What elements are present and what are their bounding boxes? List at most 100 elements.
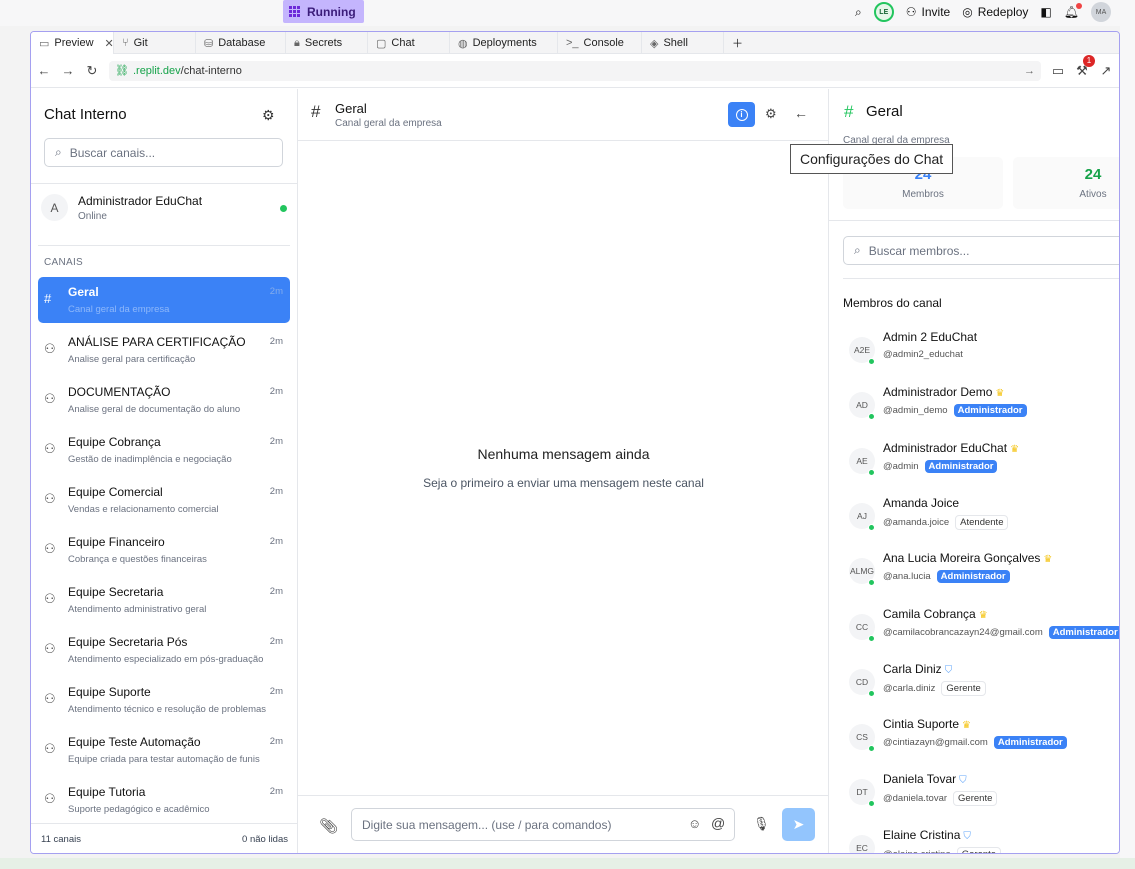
forward-icon[interactable]: → bbox=[61, 63, 75, 78]
role-badge: Gerente bbox=[953, 791, 998, 807]
settings-button[interactable]: ⚙ bbox=[765, 106, 777, 122]
run-status-button[interactable]: Running bbox=[283, 0, 364, 23]
channel-item[interactable]: ⚇ Equipe Cobrança Gestão de inadimplência … bbox=[38, 427, 290, 473]
mention-icon[interactable]: @ bbox=[711, 815, 725, 831]
url-input[interactable]: ⛓︎ .replit.dev/chat-interno → bbox=[109, 60, 1041, 81]
role-badge: Gerente bbox=[941, 680, 986, 696]
divider bbox=[829, 220, 1119, 221]
member-meta: @admin Administrador bbox=[883, 459, 998, 473]
external-link-icon[interactable]: ↗ bbox=[1099, 63, 1113, 79]
member-handle: @camilacobrancazayn24@gmail.com bbox=[883, 626, 1043, 638]
member-item[interactable]: ALMG Ana Lucia Moreira Gonçalves ♛ @ana.luc… bbox=[843, 551, 1119, 599]
users-icon: ⚇ bbox=[44, 641, 56, 656]
arrow-right-icon[interactable]: → bbox=[1024, 65, 1035, 77]
member-item[interactable]: AE Administrador EduChat ♛ @admin Administra… bbox=[843, 441, 1119, 489]
channel-item[interactable]: ⚇ Equipe Comercial Vendas e relacionamento… bbox=[38, 477, 290, 523]
globe-icon: ◍ bbox=[458, 37, 468, 50]
member-handle: @elaine.cristina bbox=[883, 849, 951, 853]
avatar: A bbox=[41, 194, 68, 221]
panel-title: Geral bbox=[866, 103, 903, 120]
channel-time: 2m bbox=[269, 636, 283, 647]
gear-icon[interactable]: ⚙ bbox=[262, 107, 275, 124]
tab-shell[interactable]: ◈ Shell bbox=[642, 32, 724, 54]
crown-icon: ♛ bbox=[1043, 554, 1053, 566]
tab-database[interactable]: ⛁ Database bbox=[196, 32, 286, 54]
online-indicator bbox=[868, 800, 875, 808]
emoji-icon[interactable]: ☺ bbox=[688, 816, 701, 831]
member-handle: @daniela.tovar bbox=[883, 793, 948, 805]
sidebar-footer: 11 canais 0 não lidas bbox=[31, 823, 298, 853]
channel-item[interactable]: ⚇ Equipe Suporte Atendimento técnico e res… bbox=[38, 677, 290, 723]
channel-item[interactable]: ⚇ ANÁLISE PARA CERTIFICAÇÃO Analise geral … bbox=[38, 327, 290, 373]
channel-time: 2m bbox=[269, 386, 283, 397]
shield-icon: ⛉ bbox=[963, 830, 971, 842]
member-item[interactable]: DT Daniela Tovar ⛉ @daniela.tovar Gerente bbox=[843, 772, 1119, 820]
channel-description: Analise geral para certificação bbox=[68, 354, 196, 365]
devices-icon[interactable]: ▭ bbox=[1051, 63, 1065, 79]
users-icon: ⚇ bbox=[44, 591, 56, 606]
online-indicator bbox=[868, 579, 875, 587]
channel-item[interactable]: ⚇ Equipe Tutoria Suporte pedagógico e acad… bbox=[38, 777, 290, 823]
channel-time: 2m bbox=[269, 686, 283, 697]
divider bbox=[843, 278, 1119, 279]
channel-description: Analise geral de documentação do aluno bbox=[68, 404, 241, 415]
channel-subtitle: Canal geral da empresa bbox=[335, 118, 442, 129]
member-item[interactable]: CS Cintia Suporte ♛ @cintiazayn@gmail.com Ad… bbox=[843, 717, 1119, 765]
stat-value: 24 bbox=[1084, 166, 1102, 183]
channel-item[interactable]: # Geral Canal geral da empresa 2m bbox=[38, 277, 290, 323]
hash-icon: # bbox=[844, 102, 854, 121]
add-tab-button[interactable]: ＋ bbox=[724, 32, 751, 54]
channel-item[interactable]: ⚇ Equipe Financeiro Cobrança e questões fi… bbox=[38, 527, 290, 573]
reload-icon[interactable]: ↻ bbox=[85, 63, 99, 79]
right-strip bbox=[1120, 26, 1135, 869]
redeploy-button[interactable]: ◎ Redeploy bbox=[962, 5, 1028, 19]
channel-search-input[interactable]: ⌕ Buscar canais... bbox=[44, 138, 283, 167]
online-indicator bbox=[868, 745, 875, 753]
channel-item[interactable]: ⚇ DOCUMENTAÇÃO Analise geral de documentaç… bbox=[38, 377, 290, 423]
back-arrow-icon[interactable]: ← bbox=[794, 105, 808, 121]
back-icon[interactable]: ← bbox=[37, 63, 51, 78]
close-icon[interactable]: ✕ bbox=[105, 37, 114, 50]
member-name: Admin 2 EduChat bbox=[883, 330, 978, 344]
info-icon: i bbox=[735, 108, 748, 121]
channel-item[interactable]: ⚇ Equipe Secretaria Atendimento administra… bbox=[38, 577, 290, 623]
member-name-row: Administrador Demo ♛ bbox=[883, 385, 1004, 399]
tab-secrets[interactable]: 🔒︎ Secrets bbox=[286, 32, 368, 54]
search-icon[interactable]: ⌕ bbox=[855, 5, 862, 20]
tab-chat[interactable]: ▢ Chat bbox=[368, 32, 450, 54]
member-search-input[interactable]: ⌕ Buscar membros... bbox=[843, 236, 1119, 265]
channel-description: Canal geral da empresa bbox=[68, 304, 170, 315]
member-meta: @cintiazayn@gmail.com Administrador bbox=[883, 736, 1067, 750]
tab-console[interactable]: >_ Console bbox=[558, 32, 642, 54]
member-item[interactable]: CD Carla Diniz ⛉ @carla.diniz Gerente bbox=[843, 662, 1119, 710]
member-item[interactable]: CC Camila Cobrança ♛ @camilacobrancazayn24@… bbox=[843, 607, 1119, 655]
info-button[interactable]: i bbox=[728, 102, 755, 127]
message-input[interactable]: Digite sua mensagem... (use / para coman… bbox=[351, 808, 735, 841]
member-item[interactable]: A2E Admin 2 EduChat @admin2_educhat bbox=[843, 330, 1119, 378]
account-avatar[interactable]: MA bbox=[1091, 2, 1111, 22]
send-button[interactable]: ➤ bbox=[782, 808, 815, 841]
member-handle: @carla.diniz bbox=[883, 682, 936, 694]
devtools-icon[interactable]: ⚒ 1 bbox=[1075, 54, 1095, 79]
users-icon: ⚇ bbox=[44, 791, 56, 806]
member-handle: @cintiazayn@gmail.com bbox=[883, 737, 988, 749]
channel-item[interactable]: ⚇ Equipe Secretaria Pós Atendimento especi… bbox=[38, 627, 290, 673]
user-avatar[interactable]: LE bbox=[873, 2, 894, 22]
window-icon[interactable]: ◧ bbox=[1040, 5, 1051, 19]
member-meta: @admin2_educhat bbox=[883, 349, 963, 360]
paperclip-icon[interactable]: 📎︎ bbox=[319, 817, 338, 835]
channel-item[interactable]: ⚇ Equipe Teste Automação Equipe criada par… bbox=[38, 727, 290, 773]
tab-git[interactable]: ⑂ Git bbox=[114, 32, 196, 54]
chat-app: Chat Interno ⚙ ⌕ Buscar canais... A Admi… bbox=[31, 89, 1119, 853]
member-item[interactable]: AJ Amanda Joice @amanda.joice Atendente bbox=[843, 496, 1119, 544]
channel-description: Atendimento técnico e resolução de probl… bbox=[68, 704, 267, 715]
member-item[interactable]: AD Administrador Demo ♛ @admin_demo Administ… bbox=[843, 385, 1119, 433]
tab-label: Database bbox=[218, 37, 266, 49]
tab-preview[interactable]: ▭ Preview ✕ bbox=[31, 32, 114, 54]
member-item[interactable]: EC Elaine Cristina⛉ @elaine.cristina Gerent… bbox=[843, 828, 1119, 853]
invite-button[interactable]: ⚇ Invite bbox=[906, 5, 950, 19]
microphone-icon[interactable]: 🎙︎ bbox=[753, 816, 770, 832]
bell-icon[interactable]: 🔔︎ bbox=[1064, 3, 1082, 19]
tab-deployments[interactable]: ◍ Deployments bbox=[450, 32, 558, 54]
channel-time: 2m bbox=[269, 786, 283, 797]
